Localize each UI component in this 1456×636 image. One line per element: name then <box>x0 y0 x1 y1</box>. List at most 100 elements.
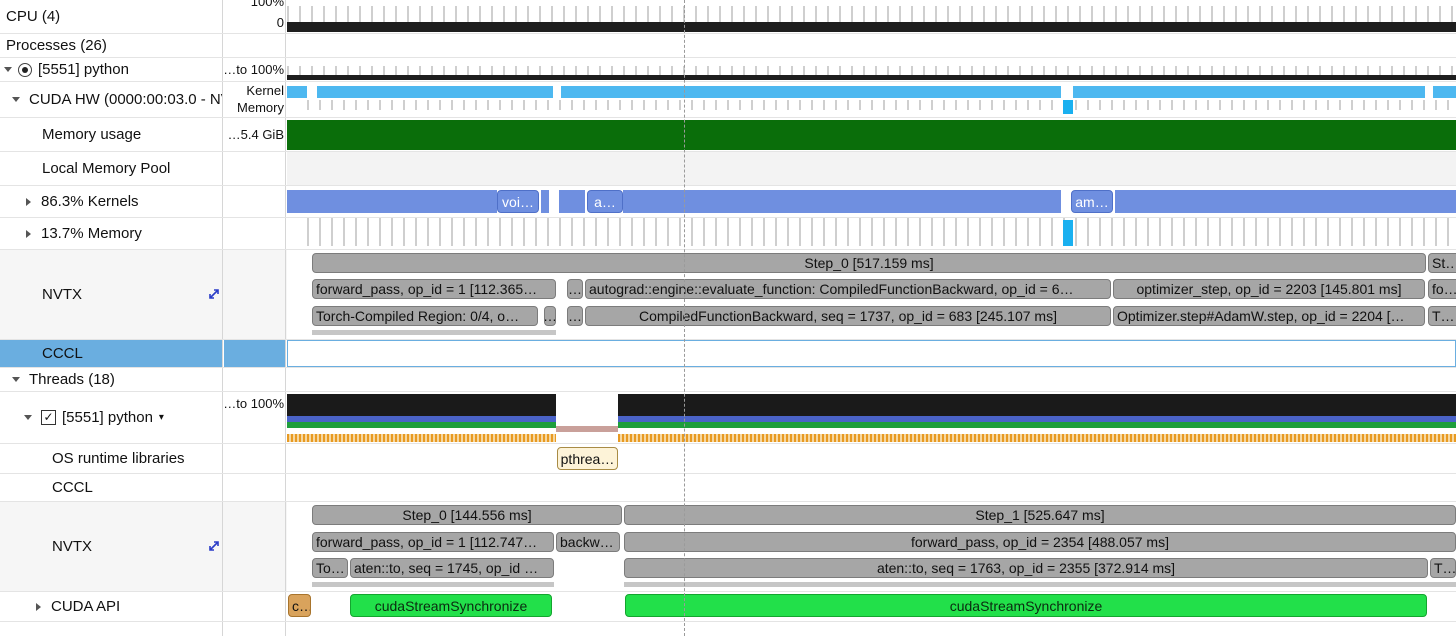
row-label-nvtx-thread[interactable]: NVTX <box>0 502 223 591</box>
nvtx-range[interactable]: Optimizer.step#AdamW.step, op_id = 2204 … <box>1113 306 1425 326</box>
threads-scale <box>224 368 286 391</box>
nvtx-range[interactable]: … <box>544 306 556 326</box>
radio-icon[interactable] <box>18 62 32 77</box>
memory-track[interactable] <box>287 218 1456 249</box>
memory-usage-scale-text: …5.4 GiB <box>227 127 284 142</box>
row-label-kernels[interactable]: 86.3% Kernels <box>0 186 223 217</box>
memory-usage-track[interactable] <box>287 118 1456 151</box>
nvtx-gpu-label: NVTX <box>42 286 83 303</box>
nvtx-range[interactable]: To… <box>312 558 348 578</box>
cpu-activity-bar <box>287 22 1456 32</box>
nvtx-range[interactable]: forward_pass, op_id = 1 [112.365… <box>312 279 556 299</box>
row-label-cccl-thread[interactable]: CCCL <box>0 474 223 501</box>
row-label-cpu[interactable]: CPU (4) <box>0 0 223 33</box>
memory-scale <box>224 218 286 249</box>
cpu-track[interactable] <box>287 0 1456 33</box>
collapse-icon[interactable] <box>24 415 32 420</box>
dropdown-icon[interactable]: ▾ <box>159 412 164 423</box>
kernel-box[interactable]: am… <box>1071 190 1113 213</box>
os-runtime-track[interactable]: pthrea… <box>287 444 1456 473</box>
kernel-box[interactable]: a… <box>587 190 623 213</box>
kernel-box[interactable]: voi… <box>497 190 539 213</box>
nvtx-gpu-track[interactable]: Step_0 [517.159 ms] St… forward_pass, op… <box>287 250 1456 339</box>
kernels-track[interactable]: voi… a… am… <box>287 186 1456 217</box>
nvtx-range[interactable]: aten::to, seq = 1745, op_id … <box>350 558 554 578</box>
row-kernels: 86.3% Kernels voi… a… am… <box>0 186 1456 218</box>
row-label-memory-usage[interactable]: Memory usage <box>0 118 223 151</box>
cpu-label: CPU (4) <box>6 8 61 25</box>
nvtx-range[interactable]: Step_0 [517.159 ms] <box>312 253 1426 273</box>
collapse-icon[interactable] <box>12 97 20 102</box>
collapse-icon[interactable] <box>12 377 20 382</box>
nvtx-range[interactable]: aten::to, seq = 1763, op_id = 2355 [372.… <box>624 558 1428 578</box>
nvtx-range[interactable]: forward_pass, op_id = 2354 [488.057 ms] <box>624 532 1456 552</box>
cuda-hw-track[interactable] <box>287 82 1456 117</box>
kernel-activity-segment <box>1433 86 1456 98</box>
nvtx-range[interactable]: … <box>567 279 583 299</box>
kernel-activity-segment <box>561 86 1061 98</box>
row-label-memory[interactable]: 13.7% Memory <box>0 218 223 249</box>
nvtx-range[interactable]: St… <box>1428 253 1456 273</box>
row-nvtx-gpu: NVTX Step_0 [517.159 ms] St… forward_pas… <box>0 250 1456 340</box>
nvtx-thread-track[interactable]: Step_0 [144.556 ms] Step_1 [525.647 ms] … <box>287 502 1456 591</box>
nvtx-range[interactable]: Torch-Compiled Region: 0/4, o… <box>312 306 538 326</box>
kernel-activity-segment <box>317 86 553 98</box>
cuda-api-call[interactable]: c… <box>288 594 311 617</box>
row-empty <box>0 622 1456 636</box>
process-activity-bar <box>287 75 1456 80</box>
python-thread-track[interactable] <box>287 392 1456 443</box>
nvtx-range[interactable]: autograd::engine::evaluate_function: Com… <box>585 279 1111 299</box>
kernel-band <box>287 190 497 213</box>
row-cuda-api: CUDA API c… cudaStreamSynchronize cudaSt… <box>0 592 1456 622</box>
nvtx-range[interactable]: CompiledFunctionBackward, seq = 1737, op… <box>585 306 1111 326</box>
row-label-python-process[interactable]: [5551] python <box>0 58 223 81</box>
nvtx-range[interactable]: forward_pass, op_id = 1 [112.747… <box>312 532 554 552</box>
row-label-python-thread[interactable]: ✓ [5551] python ▾ <box>0 392 223 443</box>
kernels-label: 86.3% Kernels <box>41 193 139 210</box>
os-runtime-scale <box>224 444 286 473</box>
empty-scale <box>224 622 286 636</box>
python-process-track[interactable] <box>287 58 1456 81</box>
local-memory-pool-track[interactable] <box>287 152 1456 185</box>
nvtx-range[interactable]: optimizer_step, op_id = 2203 [145.801 ms… <box>1113 279 1425 299</box>
row-label-cuda-api[interactable]: CUDA API <box>0 592 223 621</box>
expand-icon[interactable] <box>36 602 41 611</box>
nvtx-range[interactable]: Step_0 [144.556 ms] <box>312 505 622 525</box>
cuda-api-label: CUDA API <box>51 598 121 615</box>
nvtx-range[interactable]: T… <box>1428 306 1456 326</box>
cccl-thread-scale <box>224 474 286 501</box>
row-label-os-runtime[interactable]: OS runtime libraries <box>0 444 223 473</box>
cpu-scale-top: 100% <box>250 0 284 9</box>
python-process-scale-text: …to 100% <box>223 62 284 77</box>
expand-icon[interactable] <box>26 197 31 206</box>
projection-arrow-icon[interactable] <box>208 540 220 552</box>
row-label-cuda-hw[interactable]: CUDA HW (0000:00:03.0 - NV <box>0 82 223 117</box>
kernels-scale <box>224 186 286 217</box>
nvtx-range[interactable]: Step_1 [525.647 ms] <box>624 505 1456 525</box>
nvtx-range[interactable]: fo… <box>1428 279 1456 299</box>
nvtx-range[interactable]: backw… <box>556 532 620 552</box>
thread-checkbox[interactable]: ✓ <box>41 410 56 425</box>
expand-icon[interactable] <box>26 229 31 238</box>
cuda-api-call[interactable]: cudaStreamSynchronize <box>350 594 552 617</box>
os-runtime-call[interactable]: pthrea… <box>557 447 618 470</box>
cuda-api-call[interactable]: cudaStreamSynchronize <box>625 594 1427 617</box>
nvtx-range[interactable]: T… <box>1430 558 1456 578</box>
collapse-icon[interactable] <box>4 67 12 72</box>
row-label-local-memory-pool[interactable]: Local Memory Pool <box>0 152 223 185</box>
row-nvtx-thread: NVTX Step_0 [144.556 ms] Step_1 [525.647… <box>0 502 1456 592</box>
row-threads: Threads (18) <box>0 368 1456 392</box>
row-label-nvtx-gpu[interactable]: NVTX <box>0 250 223 339</box>
row-memory-usage: Memory usage …5.4 GiB <box>0 118 1456 152</box>
row-label-threads[interactable]: Threads (18) <box>0 368 223 391</box>
cuda-api-track[interactable]: c… cudaStreamSynchronize cudaStreamSynch… <box>287 592 1456 621</box>
nvtx-nested-ticks <box>624 582 1456 587</box>
cccl-gpu-track[interactable] <box>287 340 1456 367</box>
thread-state-green <box>287 422 556 428</box>
row-label-processes[interactable]: Processes (26) <box>0 34 223 57</box>
projection-arrow-icon[interactable] <box>208 288 220 300</box>
thread-state-blocked <box>556 426 618 432</box>
nvtx-range[interactable]: … <box>567 306 583 326</box>
row-label-cccl-gpu[interactable]: CCCL <box>0 340 223 367</box>
cccl-gpu-scale <box>224 340 286 367</box>
